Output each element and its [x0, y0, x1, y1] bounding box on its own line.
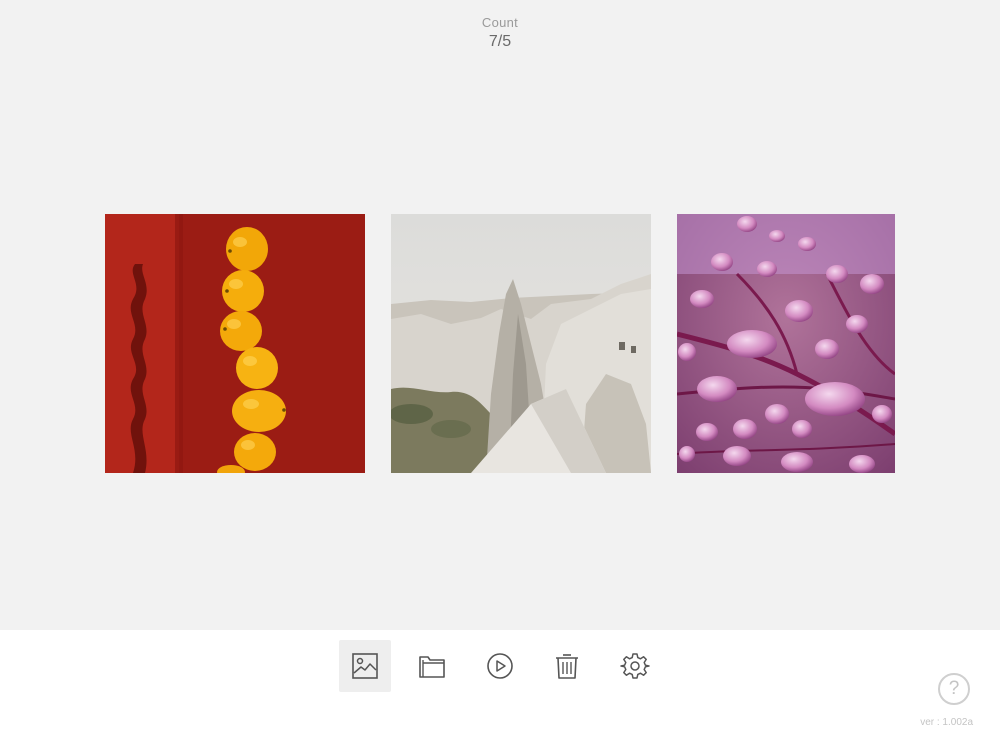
- folder-button[interactable]: [406, 640, 458, 692]
- count-label: Count: [481, 15, 519, 30]
- folder-icon: [419, 656, 445, 678]
- version-label: ver : 1.002a: [920, 717, 973, 728]
- lemons-photo-image: [105, 214, 365, 473]
- play-icon: [487, 653, 513, 679]
- delete-button[interactable]: [541, 640, 593, 692]
- photo-thumbnail-lemons[interactable]: [105, 214, 365, 473]
- image-icon: [352, 653, 378, 679]
- play-button[interactable]: [474, 640, 526, 692]
- landscape-photo-image: [391, 214, 651, 473]
- count-value: 7/5: [488, 33, 512, 50]
- help-button[interactable]: ?: [938, 673, 970, 705]
- photo-thumbnail-landscape[interactable]: [391, 214, 651, 473]
- count-display: Count 7/5: [0, 15, 1000, 51]
- photo-gallery: [0, 214, 1000, 474]
- settings-button[interactable]: [609, 640, 661, 692]
- images-button[interactable]: [339, 640, 391, 692]
- gear-icon: [620, 653, 650, 679]
- app-root: Count 7/5 ? ver: 1.002a: [0, 0, 1000, 750]
- droplets-photo-image: [677, 214, 895, 473]
- photo-thumbnail-droplets[interactable]: [677, 214, 895, 473]
- bottom-toolbar: ? ver : 1.002a: [0, 630, 1000, 750]
- trash-icon: [556, 654, 578, 679]
